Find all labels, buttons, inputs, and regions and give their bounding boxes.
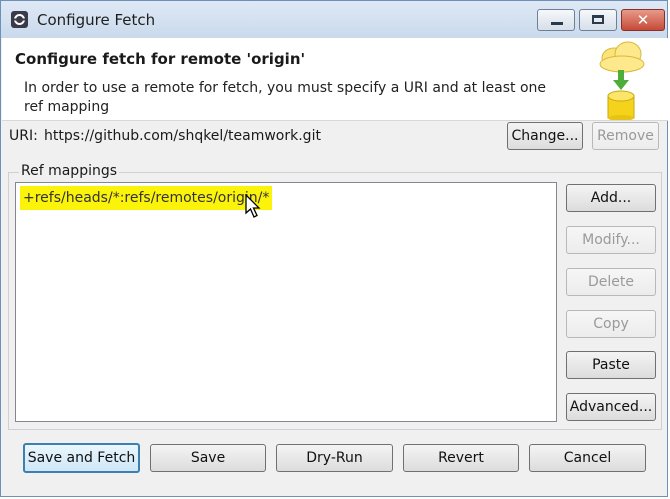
eclipse-app-icon [11,11,28,28]
save-and-fetch-button[interactable]: Save and Fetch [23,443,140,473]
close-button[interactable]: ✕ [621,9,665,31]
add-button[interactable]: Add... [566,184,656,212]
copy-button[interactable]: Copy [566,310,656,338]
title-bar[interactable]: Configure Fetch ✕ [1,1,667,38]
uri-value: https://github.com/shqkel/teamwork.git [44,128,321,144]
revert-button[interactable]: Revert [403,444,519,472]
ref-mappings-label: Ref mappings [19,163,120,179]
dialog-header: Configure fetch for remote 'origin' In o… [2,38,668,121]
remove-uri-button[interactable]: Remove [592,122,659,150]
uri-label: URI: [9,128,38,144]
ref-mappings-list[interactable]: +refs/heads/*:refs/remotes/origin/* [15,182,557,422]
cancel-button[interactable]: Cancel [529,444,646,472]
close-icon: ✕ [636,11,650,29]
advanced-button[interactable]: Advanced... [566,393,656,421]
mouse-cursor-icon [245,194,261,218]
header-title: Configure fetch for remote 'origin' [15,50,306,68]
paste-button[interactable]: Paste [566,351,656,379]
minimize-button[interactable] [537,9,575,31]
maximize-button[interactable] [579,9,617,31]
modify-button[interactable]: Modify... [566,226,656,254]
dry-run-button[interactable]: Dry-Run [276,444,393,472]
delete-button[interactable]: Delete [566,268,656,296]
maximize-icon [592,15,604,24]
configure-fetch-dialog: Configure Fetch ✕ Configure fetch for re… [0,0,668,497]
save-button[interactable]: Save [150,444,266,472]
change-uri-button[interactable]: Change... [507,122,583,150]
minimize-icon [551,22,563,25]
list-item[interactable]: +refs/heads/*:refs/remotes/origin/* [20,186,273,210]
cloud-fetch-database-icon [599,41,645,120]
window-title: Configure Fetch [37,11,156,29]
header-message: In order to use a remote for fetch, you … [24,80,546,115]
